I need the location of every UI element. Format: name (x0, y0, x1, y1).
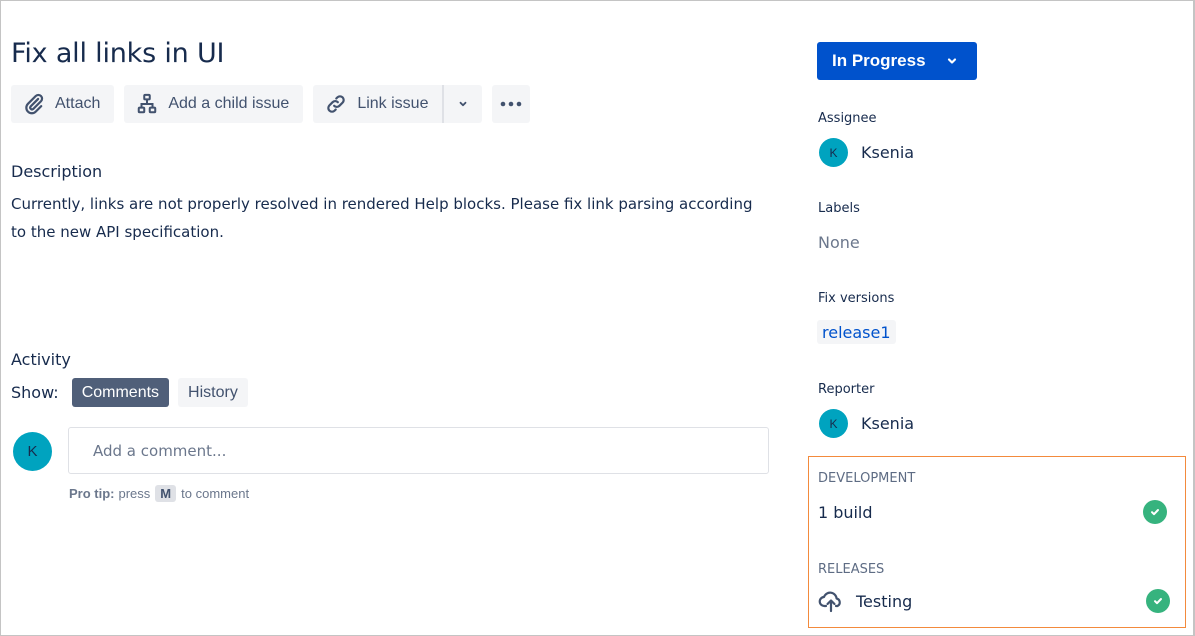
status-dropdown-button[interactable]: In Progress (817, 42, 977, 80)
build-label: build (833, 502, 873, 522)
release-name: Testing (856, 591, 913, 611)
pro-tip-press: press (118, 486, 151, 501)
link-issue-split-button: Link issue (313, 85, 483, 123)
assignee-avatar: K (819, 138, 848, 167)
pro-tip-suffix: to comment (181, 486, 250, 501)
attach-button[interactable]: Attach (11, 85, 115, 123)
development-heading: DEVELOPMENT (818, 471, 916, 486)
fix-versions-label: Fix versions (818, 291, 895, 306)
chevron-down-icon (947, 58, 956, 64)
chevron-down-icon (460, 101, 467, 107)
development-panel: DEVELOPMENT 1 build RELEASES Testing (808, 456, 1186, 628)
add-child-issue-label: Add a child issue (168, 95, 290, 112)
current-user-avatar: K (13, 432, 52, 471)
paperclip-icon (25, 93, 44, 115)
release-success-icon (1146, 589, 1170, 613)
link-issue-button[interactable]: Link issue (313, 85, 443, 123)
activity-heading: Activity (11, 350, 71, 369)
labels-value[interactable]: None (818, 233, 860, 252)
labels-label: Labels (818, 201, 860, 216)
description-text[interactable]: Currently, links are not properly resolv… (11, 190, 771, 246)
assignee-name: Ksenia (861, 143, 915, 162)
reporter-avatar: K (819, 409, 848, 438)
assignee-field[interactable]: K Ksenia (819, 138, 914, 167)
reporter-name: Ksenia (861, 414, 915, 433)
build-row[interactable]: 1 build (818, 500, 1167, 524)
more-actions-button[interactable] (492, 85, 531, 123)
more-horizontal-icon (501, 101, 522, 107)
pro-tip: Pro tip: press M to comment (69, 485, 249, 502)
add-child-issue-button[interactable]: Add a child issue (124, 85, 304, 123)
build-count: 1 (818, 502, 829, 522)
description-heading: Description (11, 162, 103, 181)
tab-history[interactable]: History (178, 378, 248, 407)
show-label: Show: (11, 383, 59, 402)
link-icon (327, 95, 346, 113)
hierarchy-icon (138, 93, 157, 114)
cloud-upload-icon (818, 591, 841, 613)
add-comment-input[interactable] (68, 427, 769, 474)
activity-filter: Show: Comments History (11, 378, 257, 407)
reporter-field[interactable]: K Ksenia (819, 409, 914, 438)
link-issue-dropdown-button[interactable] (442, 85, 483, 123)
release-row[interactable]: Testing (818, 589, 1170, 613)
issue-title[interactable]: Fix all links in UI (11, 38, 224, 69)
tab-comments[interactable]: Comments (71, 378, 170, 407)
shortcut-key: M (155, 485, 177, 502)
status-label: In Progress (832, 51, 926, 70)
link-issue-label: Link issue (357, 95, 429, 112)
build-success-icon (1143, 500, 1167, 524)
releases-heading: RELEASES (818, 562, 885, 577)
attach-label: Attach (55, 95, 101, 112)
pro-tip-bold: Pro tip: (69, 486, 115, 501)
assignee-label: Assignee (818, 111, 877, 126)
reporter-label: Reporter (818, 382, 875, 397)
fix-version-tag[interactable]: release1 (817, 320, 896, 344)
issue-toolbar: Attach Add a child issue Link issue (11, 85, 540, 123)
